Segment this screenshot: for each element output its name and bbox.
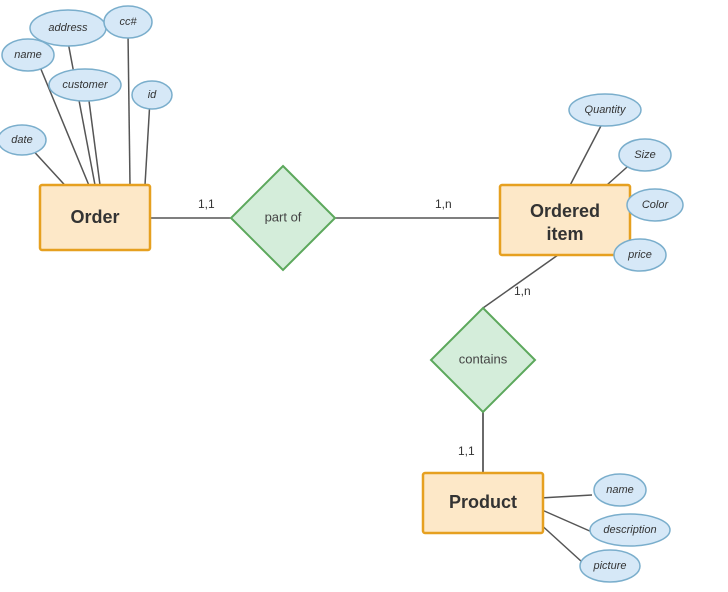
cardinality-ordered-contains: 1,n — [514, 284, 531, 298]
attr-customer-label: customer — [62, 79, 109, 91]
order-label: Order — [70, 207, 119, 227]
ordered-item-label-line1: Ordered — [530, 201, 600, 221]
attr-quantity-label: Quantity — [585, 104, 627, 116]
product-label: Product — [449, 492, 517, 512]
attr-address-label: address — [48, 22, 88, 34]
attr-description-label: description — [603, 524, 656, 536]
cardinality-order-part-of: 1,1 — [198, 197, 215, 211]
part-of-label: part of — [265, 209, 302, 224]
contains-label: contains — [459, 351, 508, 366]
attr-date-label: date — [11, 134, 32, 146]
cardinality-contains-product: 1,1 — [458, 444, 475, 458]
attr-size-label: Size — [634, 149, 655, 161]
attr-color-label: Color — [642, 199, 670, 211]
ordered-item-label-line2: item — [546, 224, 583, 244]
attr-id-label: id — [148, 89, 157, 101]
attr-picture-label: picture — [592, 560, 626, 572]
cardinality-part-of-ordered: 1,n — [435, 197, 452, 211]
attr-name-prod-label: name — [606, 484, 634, 496]
attr-cc-label: cc# — [119, 16, 137, 28]
er-diagram: Order part of Ordered item contains Prod… — [0, 0, 728, 592]
attr-name-order-label: name — [14, 49, 42, 61]
attr-price-label: price — [627, 249, 652, 261]
